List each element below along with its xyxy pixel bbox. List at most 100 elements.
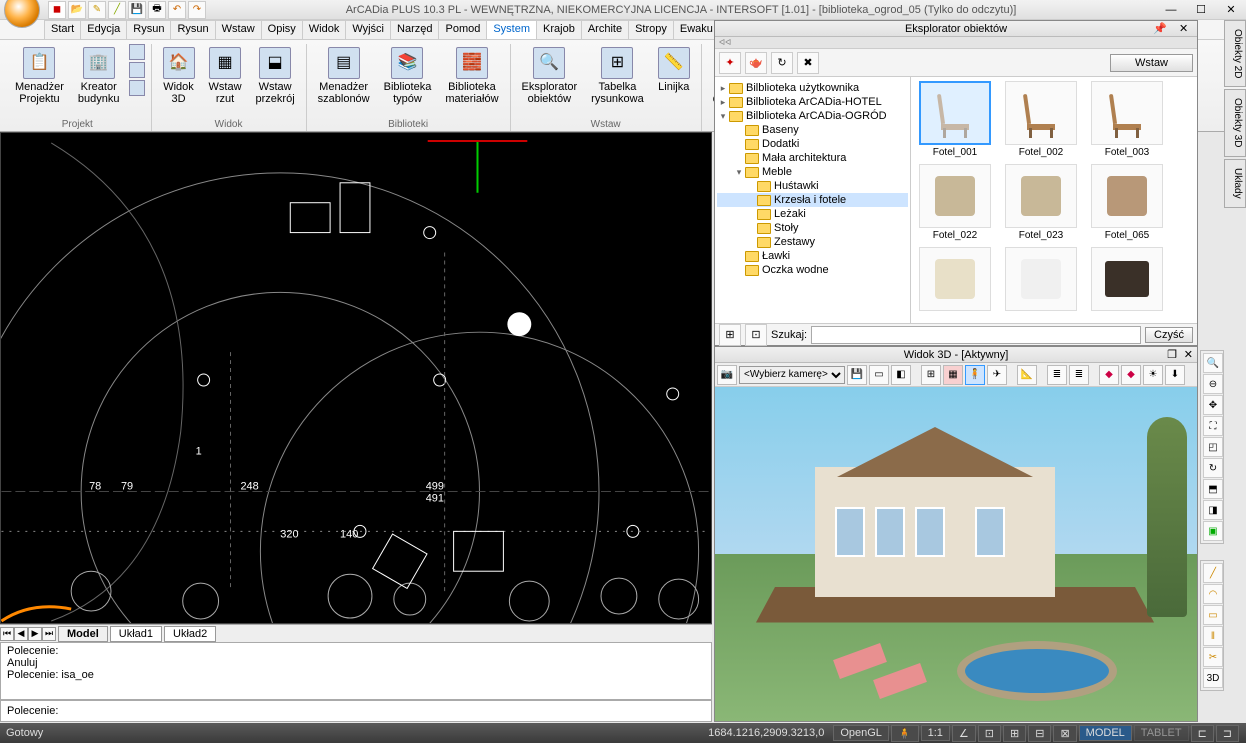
tree-mala-arch[interactable]: Mała architektura <box>717 151 908 165</box>
clear-button[interactable]: Czyść <box>1145 327 1193 343</box>
thumb-fotel-003[interactable]: Fotel_003 <box>1087 81 1167 158</box>
status-person-icon[interactable]: 🧍 <box>891 725 919 742</box>
menadzer-szablonow-button[interactable]: ▤ Menadżer szablonów <box>313 44 375 108</box>
thumbnail-grid[interactable]: Fotel_001 Fotel_002 Fotel_003 Fotel_022 … <box>911 77 1197 323</box>
uklad1-tab[interactable]: Układ1 <box>110 626 162 642</box>
status-snap4-icon[interactable]: ⊠ <box>1053 725 1076 742</box>
tab-first-button[interactable]: ⏮ <box>0 627 14 641</box>
tab-prev-button[interactable]: ◀ <box>14 627 28 641</box>
search-input[interactable] <box>811 326 1141 344</box>
wstaw-button[interactable]: Wstaw <box>1110 54 1193 72</box>
tree-ogrod-lib[interactable]: ▾Bilblioteka ArCADia-OGRÓD <box>717 109 908 123</box>
wstaw-rzut-button[interactable]: ▦ Wstaw rzut <box>204 44 247 108</box>
status-angle-icon[interactable]: ∠ <box>952 725 976 742</box>
view-top-icon[interactable]: ⬒ <box>1203 479 1223 499</box>
status-snap2-icon[interactable]: ⊞ <box>1003 725 1026 742</box>
close-icon[interactable]: ✕ <box>1184 348 1193 361</box>
zoom-out-icon[interactable]: ⊖ <box>1203 374 1223 394</box>
qat-line-icon[interactable]: ╱ <box>108 1 126 19</box>
small-tool-2-icon[interactable] <box>129 62 145 78</box>
thumb-fotel-001[interactable]: Fotel_001 <box>915 81 995 158</box>
v3d-measure-icon[interactable]: 📐 <box>1017 365 1037 385</box>
v3d-save-icon[interactable]: 💾 <box>847 365 867 385</box>
ribbon-tab-narzed[interactable]: Narzęd <box>390 20 439 39</box>
offset-tool-icon[interactable]: ‖ <box>1203 626 1223 646</box>
v3d-orbit-icon[interactable]: 🧍 <box>965 365 985 385</box>
eksplorator-obiektow-button[interactable]: 🔍 Eksplorator obiektów <box>517 44 583 108</box>
widok-3d-button[interactable]: 🏠 Widok 3D <box>158 44 200 108</box>
thumb-extra-2[interactable] <box>1001 247 1081 311</box>
v3d-camera-icon[interactable]: 📷 <box>717 365 737 385</box>
tree-user-lib[interactable]: ▸Bilblioteka użytkownika <box>717 81 908 95</box>
status-tablet[interactable]: TABLET <box>1134 725 1189 741</box>
status-opengl[interactable]: OpenGL <box>833 725 889 741</box>
tree-lawki[interactable]: Ławki <box>717 249 908 263</box>
thumb-extra-3[interactable] <box>1087 247 1167 311</box>
side-tab-obiekty3d[interactable]: Obiekty 3D <box>1224 89 1246 156</box>
maximize-button[interactable]: ☐ <box>1186 1 1216 19</box>
thumb-fotel-065[interactable]: Fotel_065 <box>1087 164 1167 241</box>
v3d-sun-icon[interactable]: ☀ <box>1143 365 1163 385</box>
close-button[interactable]: ✕ <box>1216 1 1246 19</box>
status-scale[interactable]: 1:1 <box>921 725 950 741</box>
biblioteka-typow-button[interactable]: 📚 Biblioteka typów <box>379 44 437 108</box>
status-end1-icon[interactable]: ⊏ <box>1191 725 1214 742</box>
explorer-grip[interactable]: ᐊᐊ <box>715 37 1197 49</box>
tree-krzesla[interactable]: Krzesła i fotele <box>717 193 908 207</box>
tree-dodatki[interactable]: Dodatki <box>717 137 908 151</box>
qat-print-icon[interactable]: 🖶 <box>148 1 166 19</box>
qat-undo-icon[interactable]: ↶ <box>168 1 186 19</box>
view3d-titlebar[interactable]: Widok 3D - [Aktywny] ❐ ✕ <box>715 347 1197 363</box>
ribbon-tab-stropy[interactable]: Stropy <box>628 20 674 39</box>
tool-settings-icon[interactable]: ✖ <box>797 52 819 74</box>
ribbon-tab-widok[interactable]: Widok <box>302 20 347 39</box>
menadzer-projektu-button[interactable]: 📋 Menadżer Projektu <box>10 44 69 108</box>
ribbon-tab-archite[interactable]: Archite <box>581 20 629 39</box>
ribbon-tab-start[interactable]: Start <box>44 20 81 39</box>
pan-icon[interactable]: ✥ <box>1203 395 1223 415</box>
v3d-layers-icon[interactable]: ≣ <box>1047 365 1067 385</box>
qat-new-icon[interactable]: ◼ <box>48 1 66 19</box>
view3d-canvas[interactable] <box>715 387 1197 721</box>
side-tab-uklady[interactable]: Układy <box>1224 159 1246 208</box>
tree-baseny[interactable]: Baseny <box>717 123 908 137</box>
tool-sync-icon[interactable]: ↻ <box>771 52 793 74</box>
status-model[interactable]: MODEL <box>1079 725 1132 741</box>
camera-select[interactable]: <Wybierz kamerę> <box>739 366 845 384</box>
v3d-rect-icon[interactable]: ▭ <box>869 365 889 385</box>
minimize-button[interactable]: — <box>1156 1 1186 19</box>
zoom-in-icon[interactable]: 🔍 <box>1203 353 1223 373</box>
uklad2-tab[interactable]: Układ2 <box>164 626 216 642</box>
status-snap3-icon[interactable]: ⊟ <box>1028 725 1051 742</box>
ribbon-tab-system[interactable]: System <box>486 20 537 39</box>
tree-stoly[interactable]: Stoły <box>717 221 908 235</box>
status-snap1-icon[interactable]: ⊡ <box>978 725 1001 742</box>
ribbon-tab-krajob[interactable]: Krajob <box>536 20 582 39</box>
tree-zestawy[interactable]: Zestawy <box>717 235 908 249</box>
explorer-titlebar[interactable]: Eksplorator obiektów 📌 ✕ <box>715 21 1197 37</box>
wstaw-przekroj-button[interactable]: ⬓ Wstaw przekrój <box>251 44 300 108</box>
library-tree[interactable]: ▸Bilblioteka użytkownika ▸Bilblioteka Ar… <box>715 77 911 323</box>
tab-last-button[interactable]: ⏭ <box>42 627 56 641</box>
rect-tool-icon[interactable]: ▭ <box>1203 605 1223 625</box>
zoom-window-icon[interactable]: ◰ <box>1203 437 1223 457</box>
linijka-button[interactable]: 📏 Linijka <box>653 44 695 96</box>
ribbon-tab-wyjsci[interactable]: Wyjści <box>345 20 391 39</box>
ribbon-tab-ewaku[interactable]: Ewaku <box>673 20 720 39</box>
line-tool-icon[interactable]: ╱ <box>1203 563 1223 583</box>
qat-save-icon[interactable]: 💾 <box>128 1 146 19</box>
tabelka-rysunkowa-button[interactable]: ⊞ Tabelka rysunkowa <box>586 44 649 108</box>
close-icon[interactable]: ✕ <box>1179 22 1193 36</box>
tree-lezaki[interactable]: Leżaki <box>717 207 908 221</box>
v3d-render1-icon[interactable]: ◆ <box>1099 365 1119 385</box>
model-tab[interactable]: Model <box>58 626 108 642</box>
tree-oczka[interactable]: Oczka wodne <box>717 263 908 277</box>
restore-icon[interactable]: ❐ <box>1167 348 1177 361</box>
qat-redo-icon[interactable]: ↷ <box>188 1 206 19</box>
tree-hotel-lib[interactable]: ▸Bilblioteka ArCADia-HOTEL <box>717 95 908 109</box>
side-tab-obiekty2d[interactable]: Obiekty 2D <box>1224 20 1246 87</box>
v3d-layers2-icon[interactable]: ≣ <box>1069 365 1089 385</box>
tree-meble[interactable]: ▾Meble <box>717 165 908 179</box>
view-iso-icon[interactable]: ◨ <box>1203 500 1223 520</box>
tab-next-button[interactable]: ▶ <box>28 627 42 641</box>
